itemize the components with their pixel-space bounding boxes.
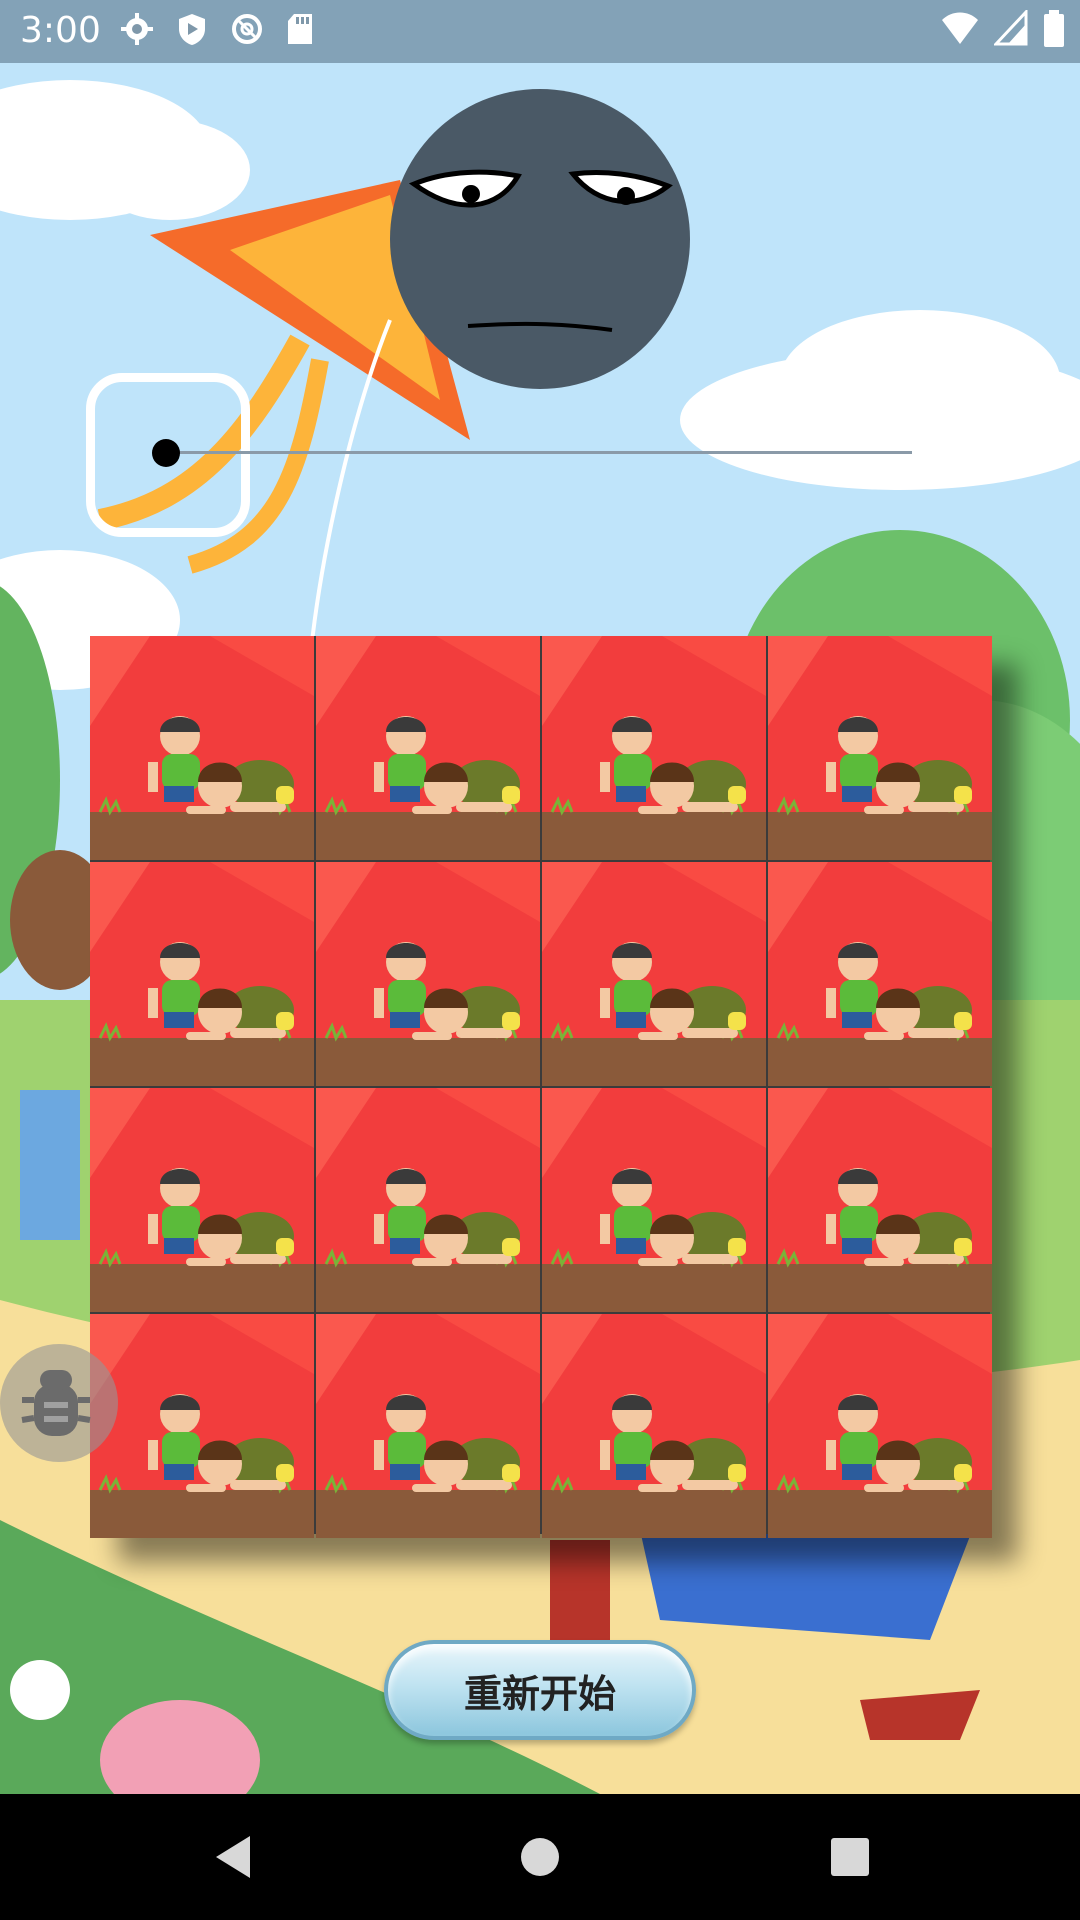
puzzle-grid xyxy=(90,636,992,1538)
face-character xyxy=(390,89,690,389)
slider-thumb[interactable] xyxy=(152,439,180,467)
game-screen: 3:00 重新开始 xyxy=(0,0,1080,1920)
puzzle-tile[interactable] xyxy=(542,1314,766,1538)
puzzle-tile[interactable] xyxy=(768,636,992,860)
home-icon[interactable] xyxy=(505,1822,575,1892)
puzzle-tile[interactable] xyxy=(768,862,992,1086)
navigation-bar xyxy=(0,1794,1080,1920)
back-icon[interactable] xyxy=(200,1822,270,1892)
recents-icon[interactable] xyxy=(815,1822,885,1892)
puzzle-tile[interactable] xyxy=(90,636,314,860)
puzzle-tile[interactable] xyxy=(316,1088,540,1312)
status-bar: 3:00 xyxy=(0,0,1080,63)
sync-icon xyxy=(232,14,262,44)
puzzle-tile[interactable] xyxy=(768,1314,992,1538)
puzzle-tile[interactable] xyxy=(542,862,766,1086)
wifi-icon xyxy=(942,12,978,44)
battery-icon xyxy=(1044,10,1064,47)
restart-button[interactable]: 重新开始 xyxy=(384,1640,696,1740)
bug-icon xyxy=(21,1370,91,1436)
puzzle-tile[interactable] xyxy=(316,862,540,1086)
puzzle-tile[interactable] xyxy=(542,1088,766,1312)
settings-icon xyxy=(121,13,153,45)
puzzle-tile[interactable] xyxy=(90,862,314,1086)
puzzle-tile[interactable] xyxy=(90,1088,314,1312)
cellular-icon xyxy=(994,10,1028,46)
slider-track[interactable] xyxy=(166,451,912,454)
debug-button[interactable] xyxy=(0,1344,118,1462)
sd-card-icon xyxy=(288,14,312,44)
status-time: 3:00 xyxy=(20,10,101,51)
puzzle-tile[interactable] xyxy=(90,1314,314,1538)
shield-icon xyxy=(179,14,205,45)
difficulty-slider[interactable] xyxy=(86,373,916,537)
puzzle-tile[interactable] xyxy=(542,636,766,860)
puzzle-tile[interactable] xyxy=(316,1314,540,1538)
puzzle-tile[interactable] xyxy=(316,636,540,860)
puzzle-tile[interactable] xyxy=(768,1088,992,1312)
